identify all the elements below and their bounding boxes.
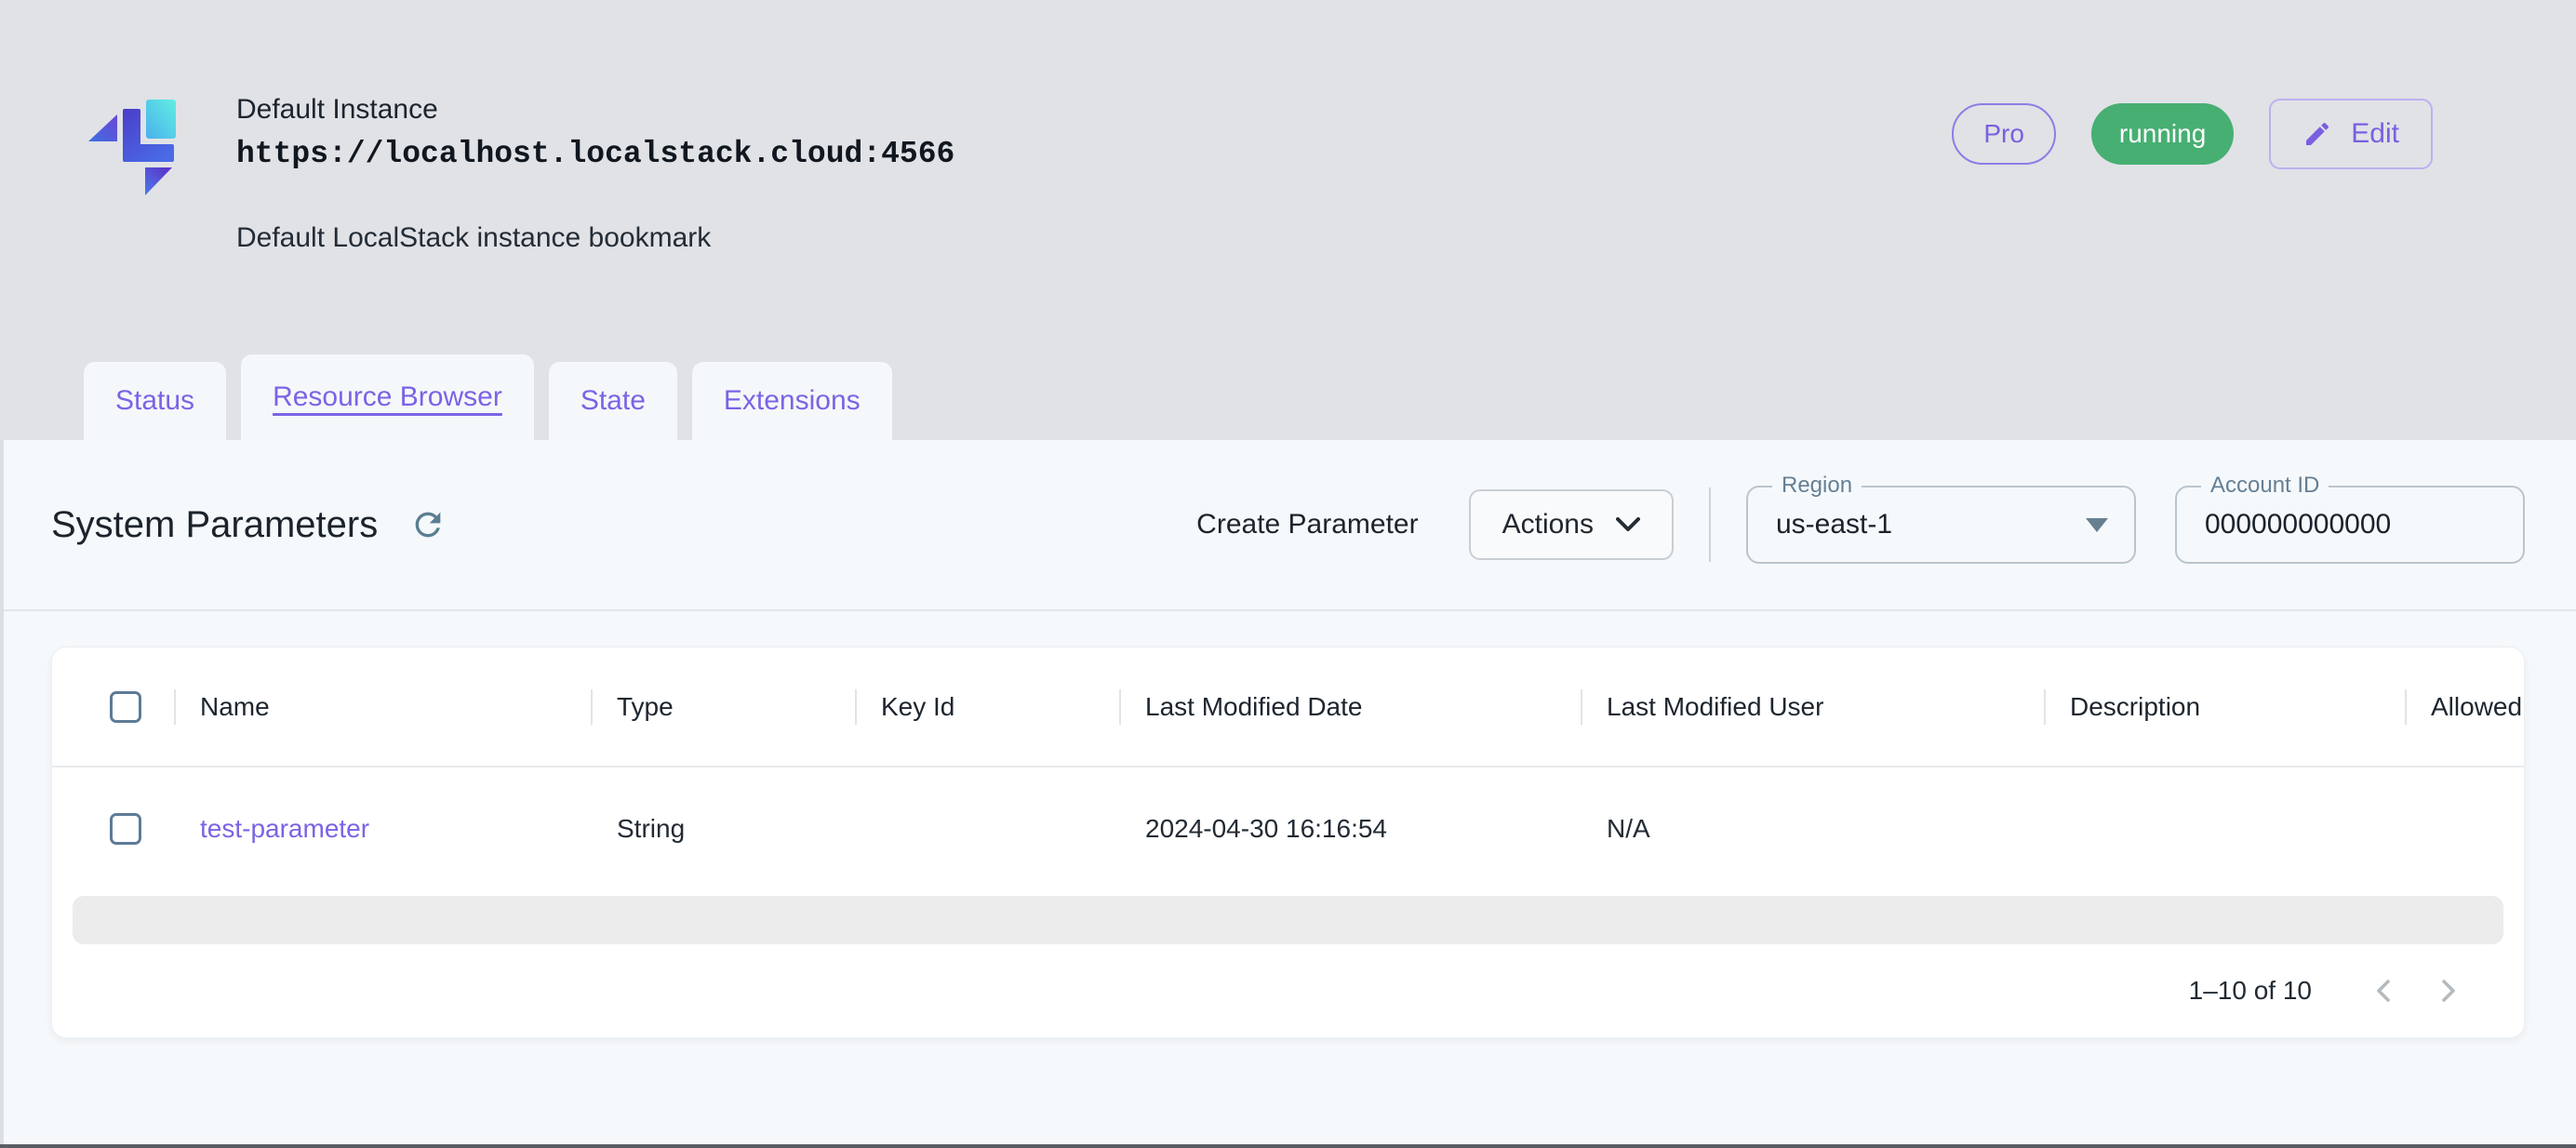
localstack-logo-icon xyxy=(87,99,179,199)
instance-title: Default Instance xyxy=(236,93,954,127)
pagination: 1–10 of 10 xyxy=(52,944,2524,1037)
pencil-icon xyxy=(2302,119,2332,149)
edit-button[interactable]: Edit xyxy=(2269,99,2433,169)
cell-name: test-parameter xyxy=(174,768,591,890)
row-checkbox[interactable] xyxy=(110,813,141,845)
table-header-row: Name Type Key Id Last Modified Date Last… xyxy=(52,647,2524,768)
create-parameter-button[interactable]: Create Parameter xyxy=(1196,509,1418,541)
account-id-input[interactable] xyxy=(2177,487,2523,562)
tab-extensions-label: Extensions xyxy=(724,385,861,417)
chevron-left-icon xyxy=(2370,977,2398,1005)
refresh-icon xyxy=(409,506,447,543)
actions-dropdown-button[interactable]: Actions xyxy=(1469,489,1674,560)
horizontal-scrollbar[interactable] xyxy=(73,896,2503,944)
window-edge-left xyxy=(0,440,4,1148)
region-select[interactable]: Region us-east-1 xyxy=(1746,486,2136,564)
column-header-description: Description xyxy=(2044,647,2405,766)
localstack-app: Default Instance https://localhost.local… xyxy=(0,0,2576,1148)
column-header-last-modified-user-label: Last Modified User xyxy=(1607,692,1823,722)
column-header-last-modified-date: Last Modified Date xyxy=(1119,647,1581,766)
region-value: us-east-1 xyxy=(1748,509,1892,541)
column-header-allowed: Allowed xyxy=(2405,647,2524,766)
edit-button-label: Edit xyxy=(2351,118,2399,150)
cell-allowed xyxy=(2405,768,2524,890)
status-badge-label: running xyxy=(2119,119,2206,149)
parameters-table-card: Name Type Key Id Last Modified Date Last… xyxy=(51,647,2525,1038)
resource-toolbar: System Parameters Create Parameter Actio… xyxy=(0,440,2576,611)
row-checkbox-cell xyxy=(52,768,174,890)
parameter-link[interactable]: test-parameter xyxy=(200,814,369,844)
column-header-key-id: Key Id xyxy=(855,647,1119,766)
cell-type: String xyxy=(591,768,855,890)
cell-description xyxy=(2044,768,2405,890)
region-label: Region xyxy=(1772,474,1862,498)
column-header-type: Type xyxy=(591,647,855,766)
chevron-down-icon xyxy=(1616,517,1640,532)
cell-key-id xyxy=(855,768,1119,890)
column-header-last-modified-user: Last Modified User xyxy=(1581,647,2044,766)
cell-last-modified-user: N/A xyxy=(1581,768,2044,890)
card-area: Name Type Key Id Last Modified Date Last… xyxy=(0,611,2576,1038)
refresh-button[interactable] xyxy=(406,502,450,547)
tab-status[interactable]: Status xyxy=(84,362,226,440)
table-row: test-parameter String 2024-04-30 16:16:5… xyxy=(52,768,2524,890)
column-header-name: Name xyxy=(174,647,591,766)
tab-status-label: Status xyxy=(115,385,194,417)
cell-last-modified-date: 2024-04-30 16:16:54 xyxy=(1119,768,1581,890)
dropdown-arrow-icon xyxy=(2086,518,2108,532)
column-header-description-label: Description xyxy=(2070,692,2200,722)
status-badge: running xyxy=(2091,103,2234,165)
column-header-name-label: Name xyxy=(200,692,270,722)
instance-description: Default LocalStack instance bookmark xyxy=(236,221,954,255)
column-header-type-label: Type xyxy=(617,692,674,722)
previous-page-button[interactable] xyxy=(2353,959,2416,1022)
account-id-field: Account ID xyxy=(2175,486,2525,564)
header-checkbox-cell xyxy=(52,647,174,766)
chevron-right-icon xyxy=(2434,977,2462,1005)
instance-header: Default Instance https://localhost.local… xyxy=(0,0,2576,440)
column-header-last-modified-date-label: Last Modified Date xyxy=(1145,692,1362,722)
instance-url: https://localhost.localstack.cloud:4566 xyxy=(236,136,954,173)
pagination-range-label: 1–10 of 10 xyxy=(2189,976,2312,1006)
column-header-allowed-label: Allowed xyxy=(2431,692,2522,722)
resource-browser-panel: System Parameters Create Parameter Actio… xyxy=(0,440,2576,1148)
actions-label: Actions xyxy=(1502,509,1594,541)
column-header-key-id-label: Key Id xyxy=(881,692,954,722)
next-page-button[interactable] xyxy=(2416,959,2479,1022)
tab-resource-browser[interactable]: Resource Browser xyxy=(241,354,534,440)
plan-badge: Pro xyxy=(1952,103,2056,165)
page-title: System Parameters xyxy=(51,504,378,546)
instance-tabs: Status Resource Browser State Extensions xyxy=(84,354,892,440)
account-id-label: Account ID xyxy=(2201,474,2329,498)
toolbar-divider xyxy=(1709,487,1711,562)
tab-resource-browser-label: Resource Browser xyxy=(273,381,502,413)
tab-state-label: State xyxy=(581,385,646,417)
plan-badge-label: Pro xyxy=(1983,119,2024,149)
select-all-checkbox[interactable] xyxy=(110,691,141,723)
tab-extensions[interactable]: Extensions xyxy=(692,362,892,440)
tab-state[interactable]: State xyxy=(549,362,677,440)
screen-bottom-edge xyxy=(0,1144,2576,1148)
